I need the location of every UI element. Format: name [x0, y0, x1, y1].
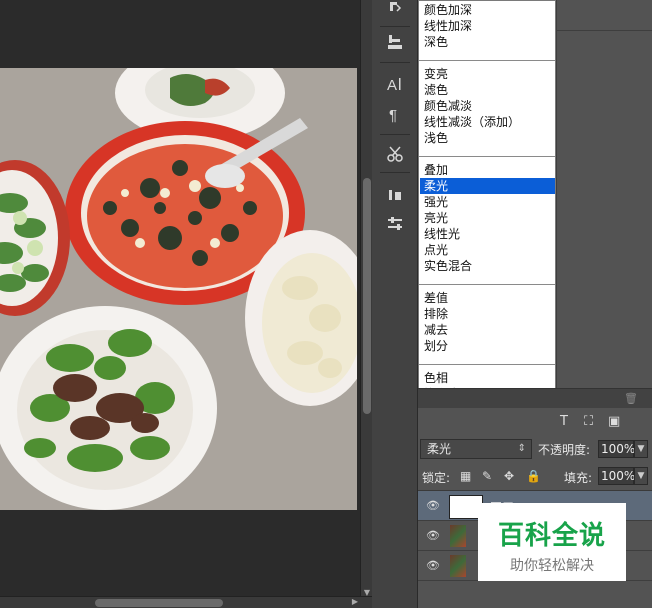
lock-position-icon[interactable]: ✥ [504, 469, 514, 483]
blend-mode-option[interactable]: 浅色 [420, 130, 555, 146]
layer-filter-row: T ⛶ ▣ [418, 408, 652, 436]
blend-mode-option[interactable]: 变亮 [420, 66, 555, 82]
blend-mode-option[interactable]: 排除 [420, 306, 555, 322]
blend-opacity-row: 柔光 ⇕ 不透明度: 100% ▼ [418, 436, 652, 462]
blend-mode-option[interactable]: 滤色 [420, 82, 555, 98]
opacity-input[interactable]: 100% [598, 440, 635, 458]
panel-divider [556, 30, 652, 31]
toolbar-separator [380, 172, 410, 173]
svg-text:¶: ¶ [389, 107, 397, 123]
scissors-icon[interactable] [382, 142, 408, 166]
blend-mode-option[interactable]: 点光 [420, 242, 555, 258]
blend-mode-option[interactable]: 叠加 [420, 162, 555, 178]
toolbar-separator [380, 62, 410, 63]
blend-mode-option[interactable]: 减去 [420, 322, 555, 338]
vertical-scroll-thumb[interactable] [363, 178, 371, 414]
opacity-label: 不透明度: [538, 443, 591, 457]
blend-mode-value: 柔光 [427, 442, 452, 456]
blend-mode-option[interactable]: 颜色减淡 [420, 98, 555, 114]
panel-strip [556, 0, 652, 388]
opacity-dropdown-icon[interactable]: ▼ [634, 440, 648, 458]
smart-object-filter-icon[interactable]: ▣ [608, 414, 620, 429]
dropdown-separator [419, 156, 555, 157]
dropdown-separator [419, 60, 555, 61]
select-arrows-icon: ⇕ [517, 443, 526, 454]
dropdown-separator [419, 284, 555, 285]
food-photo [0, 68, 357, 510]
blend-mode-select[interactable]: 柔光 ⇕ [420, 439, 532, 459]
fill-dropdown-icon[interactable]: ▼ [634, 467, 648, 485]
tool-strip: A ¶ [372, 0, 418, 608]
clone-stamp-icon[interactable] [382, 30, 408, 54]
lock-all-icon[interactable]: 🔒 [526, 469, 541, 483]
layers-panel-header: 🗑 [418, 388, 652, 408]
adjust-icon[interactable] [382, 212, 408, 236]
shape-filter-icon[interactable]: ⛶ [584, 414, 593, 429]
blend-mode-option[interactable]: 差值 [420, 290, 555, 306]
dropdown-separator [419, 364, 555, 365]
document-canvas-area [0, 0, 360, 600]
blend-mode-option[interactable]: 柔光 [420, 178, 555, 194]
watermark-subtitle: 助你轻松解决 [510, 558, 594, 574]
toolbar-separator [380, 134, 410, 135]
layer-thumbnail [450, 525, 466, 547]
paragraph-icon[interactable]: ¶ [382, 102, 408, 126]
blend-mode-option[interactable]: 强光 [420, 194, 555, 210]
brush-settings-icon[interactable] [382, 184, 408, 208]
layer-thumbnail [450, 555, 466, 577]
scroll-right-icon[interactable]: ▶ [352, 597, 358, 606]
blend-mode-option[interactable]: 线性减淡（添加） [420, 114, 555, 130]
blend-mode-option[interactable]: 线性光 [420, 226, 555, 242]
blend-mode-option[interactable]: 实色混合 [420, 258, 555, 274]
photoshop-window: ▼ ▶ A ¶ 颜色加深 线性加深 深色 变亮 滤色 颜色减淡 线性减淡（添加）… [0, 0, 652, 608]
lock-fill-row: 锁定: ▦ ✎ ✥ 🔒 填充: 100% ▼ [418, 462, 652, 490]
toolbar-separator [380, 26, 410, 27]
history-brush-icon[interactable] [382, 0, 408, 20]
blend-mode-option[interactable]: 颜色加深 [420, 2, 555, 18]
blend-mode-dropdown-list[interactable]: 颜色加深 线性加深 深色变亮 滤色 颜色减淡 线性减淡（添加） 浅色叠加 柔光 强光 亮光 线性光点… [418, 0, 556, 438]
eye-icon[interactable]: 👁 [426, 529, 440, 543]
watermark-logo: 百科全说 助你轻松解决 [478, 503, 626, 581]
trash-icon[interactable]: 🗑 [624, 392, 638, 405]
lock-brush-icon[interactable]: ✎ [482, 469, 492, 483]
eye-icon[interactable]: 👁 [426, 559, 440, 573]
canvas-vertical-scrollbar[interactable]: ▼ [360, 0, 372, 600]
svg-text:A: A [387, 77, 397, 93]
blend-mode-option[interactable]: 线性加深 [420, 18, 555, 34]
fill-label: 填充: [564, 471, 593, 485]
eye-icon[interactable]: 👁 [426, 499, 440, 513]
blend-mode-option[interactable]: 亮光 [420, 210, 555, 226]
horizontal-scroll-thumb[interactable] [95, 599, 223, 607]
blend-mode-option[interactable]: 色相 [420, 370, 555, 386]
type-tool-icon[interactable]: A [382, 72, 408, 96]
type-filter-icon[interactable]: T [560, 414, 568, 429]
watermark-title: 百科全说 [497, 521, 606, 551]
fill-input[interactable]: 100% [598, 467, 635, 485]
lock-transparency-icon[interactable]: ▦ [460, 469, 471, 483]
blend-mode-option[interactable]: 划分 [420, 338, 555, 354]
food-photo-canvas[interactable] [0, 68, 357, 510]
lock-label: 锁定: [422, 471, 451, 485]
canvas-horizontal-scrollbar[interactable]: ▶ [0, 596, 372, 608]
blend-mode-option[interactable]: 深色 [420, 34, 555, 50]
